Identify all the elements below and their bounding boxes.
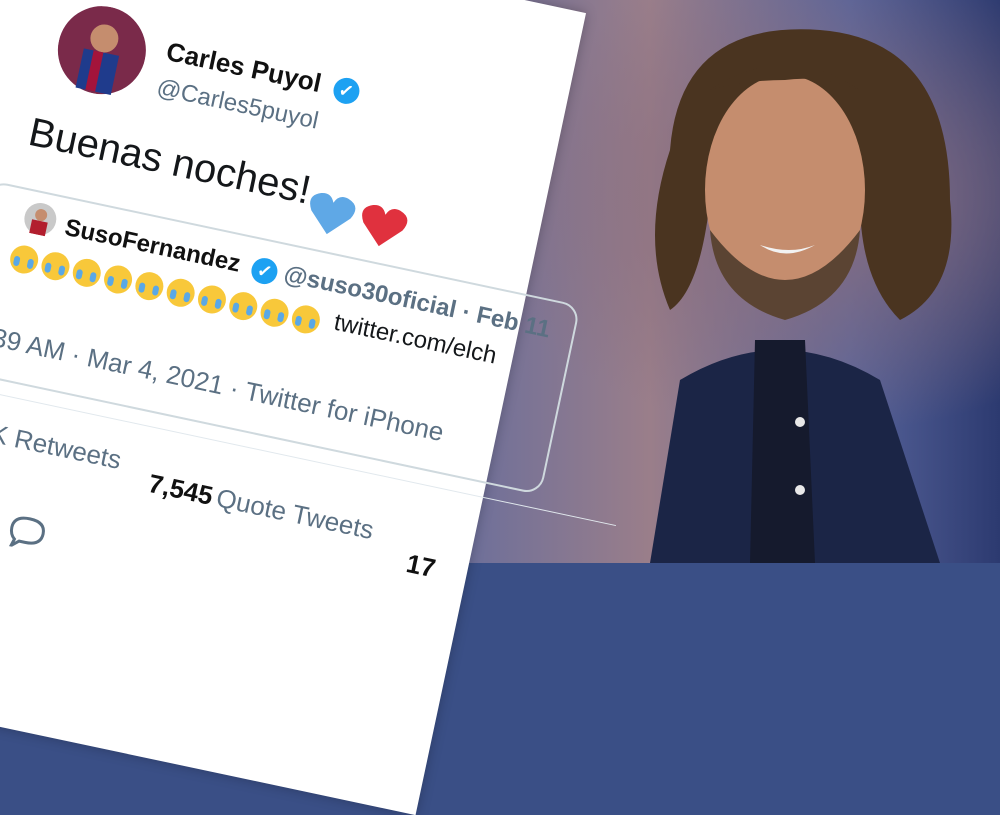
crying-face-icon xyxy=(38,249,73,283)
reply-icon[interactable] xyxy=(5,512,49,553)
red-heart-icon xyxy=(362,204,408,247)
crying-face-icon xyxy=(195,282,229,316)
author-avatar[interactable] xyxy=(49,0,154,107)
verified-badge-icon: ✓ xyxy=(249,255,281,287)
quote-tweets-stat[interactable]: 7,545 Quote Tweets xyxy=(146,468,377,546)
crying-face-icon xyxy=(226,289,260,323)
verified-badge-icon: ✓ xyxy=(330,75,362,107)
crying-face-icon xyxy=(258,295,292,330)
crying-face-icon xyxy=(70,256,104,290)
crying-face-icon xyxy=(101,262,135,296)
crying-face-icon xyxy=(132,269,167,303)
crying-face-icon xyxy=(164,275,198,310)
blue-heart-icon xyxy=(310,192,356,235)
crying-face-icon xyxy=(7,242,41,276)
retweets-stat[interactable]: K Retweets xyxy=(0,418,124,476)
crying-face-icon xyxy=(289,302,323,336)
